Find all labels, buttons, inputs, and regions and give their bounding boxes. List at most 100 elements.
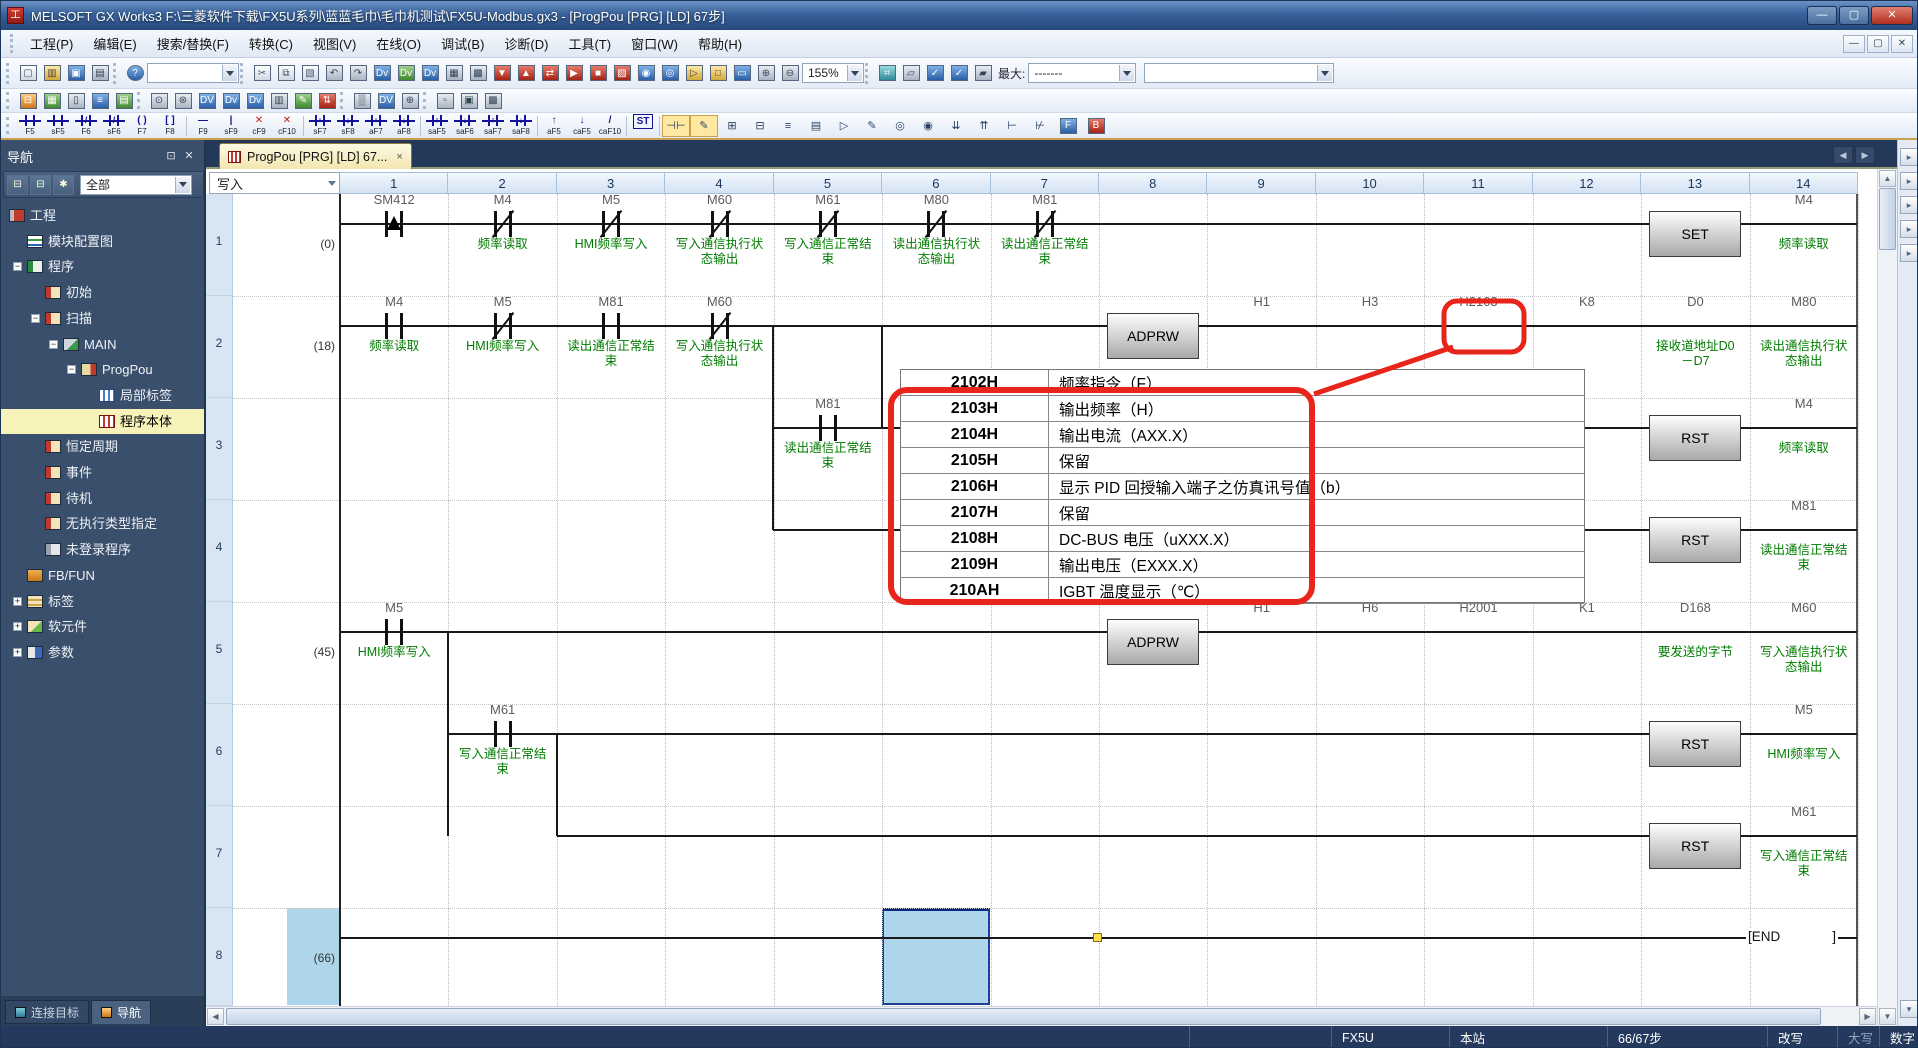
menu-item-11[interactable]: 帮助(H): [688, 31, 752, 56]
output-window-button[interactable]: ▸: [1900, 244, 1917, 262]
end-instruction[interactable]: [END]: [1746, 929, 1838, 947]
tree-item-参数[interactable]: + 参数: [1, 640, 204, 665]
tree-expand-icon[interactable]: −: [67, 365, 76, 375]
menu-item-7[interactable]: 调试(B): [431, 31, 494, 56]
tree-expand-icon[interactable]: +: [13, 596, 22, 606]
horizontal-scroll-thumb[interactable]: [226, 1008, 1821, 1025]
zoom-level-combo[interactable]: 155%: [802, 63, 864, 83]
device-monitor-icon[interactable]: DV: [375, 90, 397, 112]
read-from-plc-icon[interactable]: ▲: [515, 62, 537, 84]
fb-instance-f-icon[interactable]: F: [1054, 115, 1082, 137]
label-editor-icon[interactable]: ▤: [113, 90, 135, 112]
inline-st-button[interactable]: ST: [629, 113, 657, 138]
insert-row-icon[interactable]: ⇊: [942, 115, 970, 137]
tab-close-icon[interactable]: ×: [396, 151, 402, 163]
pin-icon[interactable]: ⊡: [162, 149, 180, 165]
contact-normally-open[interactable]: [378, 313, 410, 339]
invert-result-button[interactable]: ↓ caF5: [568, 113, 596, 138]
project-combo[interactable]: [147, 63, 239, 83]
rising-pulse-button[interactable]: ↑ sF7: [306, 113, 334, 138]
tree-item-模块配置图[interactable]: 模块配置图: [1, 229, 204, 254]
write-mode-icon[interactable]: ✎: [858, 115, 886, 137]
contact-rising-pulse[interactable]: [378, 211, 410, 237]
cut-icon[interactable]: ✂: [251, 62, 273, 84]
device-read-icon[interactable]: Dv: [220, 90, 242, 112]
device-comment-icon[interactable]: Dv: [371, 62, 393, 84]
bottom-dock-button[interactable]: ▾: [1900, 1000, 1917, 1018]
tree-item-标签[interactable]: + 标签: [1, 589, 204, 614]
tree-item-MAIN[interactable]: − MAIN: [1, 332, 204, 357]
open-contact-button[interactable]: F5: [16, 113, 44, 138]
save-project-icon[interactable]: ▣: [65, 62, 87, 84]
monitor-write-mode-icon[interactable]: ◉: [914, 115, 942, 137]
monitor-start-icon[interactable]: ◉: [635, 62, 657, 84]
undo-icon[interactable]: ↶: [323, 62, 345, 84]
document-tab[interactable]: ProgPou [PRG] [LD] 67... ×: [219, 143, 412, 169]
close-button[interactable]: ✕: [1871, 6, 1913, 25]
application-instruction-button[interactable]: [ ] F8: [156, 113, 184, 138]
menu-item-10[interactable]: 窗口(W): [621, 31, 688, 56]
element-selection-icon[interactable]: ▫: [434, 90, 456, 112]
invert-operation-button[interactable]: ↑ aF5: [540, 113, 568, 138]
mdi-minimize-button[interactable]: —: [1843, 34, 1865, 53]
element-selection-window-button[interactable]: ▸: [1900, 148, 1917, 166]
simulation-start-icon[interactable]: ▷: [683, 62, 705, 84]
contact-normally-closed[interactable]: [704, 209, 736, 239]
tree-collapse-icon[interactable]: ⊟: [30, 174, 51, 195]
nav-filter-combo[interactable]: 全部: [80, 174, 192, 195]
read-mode-icon[interactable]: ▷: [830, 115, 858, 137]
write-to-plc-icon[interactable]: ▼: [491, 62, 513, 84]
module-configuration-icon[interactable]: ▦: [41, 90, 63, 112]
scroll-up-icon[interactable]: ▲: [1879, 170, 1896, 187]
menu-item-3[interactable]: 搜索/替换(F): [147, 31, 239, 56]
contact-normally-closed[interactable]: [812, 209, 844, 239]
instruction-box-rst[interactable]: RST: [1649, 721, 1742, 767]
statement-display-icon[interactable]: ⊟: [746, 115, 774, 137]
tree-item-局部标签[interactable]: 局部标签: [1, 383, 204, 408]
coil-button[interactable]: ( ) F7: [128, 113, 156, 138]
menu-item-9[interactable]: 工具(T): [558, 31, 621, 56]
watch-combo[interactable]: [1144, 63, 1335, 83]
convert-all-icon[interactable]: ✓: [948, 62, 970, 84]
monitor-stop-icon[interactable]: ◎: [659, 62, 681, 84]
io-check-icon[interactable]: ⇅: [316, 90, 338, 112]
tree-item-未登录程序[interactable]: 未登录程序: [1, 537, 204, 562]
falling-pulse-close-button[interactable]: ↓ saF6: [451, 113, 479, 138]
invert-button[interactable]: / caF10: [596, 113, 624, 138]
menu-item-4[interactable]: 转换(C): [239, 31, 303, 56]
history-icon[interactable]: ▩: [482, 90, 504, 112]
tree-expand-icon[interactable]: −: [13, 262, 22, 272]
setting-icon[interactable]: ▰: [972, 62, 994, 84]
navigation-window-icon[interactable]: ⊟: [17, 90, 39, 112]
new-file-icon[interactable]: ▢: [17, 62, 39, 84]
rising-close-or-button[interactable]: ↑ saF7: [479, 113, 507, 138]
contact-normally-open[interactable]: [378, 619, 410, 645]
device-network-icon[interactable]: Dv: [244, 90, 266, 112]
ladder-edit-mode-icon[interactable]: ⊣⊢: [662, 114, 690, 137]
smart-edit-icon[interactable]: ✎: [690, 114, 718, 137]
menu-item-6[interactable]: 在线(O): [366, 31, 431, 56]
contact-normally-closed[interactable]: [487, 311, 519, 341]
fb-instance-b-icon[interactable]: B: [1082, 115, 1110, 137]
program-check-icon[interactable]: ▱: [900, 62, 922, 84]
device-batch-icon[interactable]: Dv: [419, 62, 441, 84]
mdi-close-button[interactable]: ✕: [1891, 34, 1913, 53]
tree-expand-icon[interactable]: −: [31, 313, 40, 323]
falling-pulse-or-button[interactable]: ↓ aF8: [390, 113, 418, 138]
menu-item-1[interactable]: 工程(P): [20, 31, 83, 56]
tree-item-ProgPou[interactable]: − ProgPou: [1, 357, 204, 382]
paste-icon[interactable]: ▧: [299, 62, 321, 84]
print-icon[interactable]: ▤: [89, 62, 111, 84]
tab-scroll-left-icon[interactable]: ◀: [1833, 146, 1853, 164]
maximize-button[interactable]: ▢: [1839, 6, 1869, 25]
tree-item-待机[interactable]: 待机: [1, 486, 204, 511]
falling-close-or-button[interactable]: ↓ saF8: [507, 113, 535, 138]
tree-item-事件[interactable]: 事件: [1, 460, 204, 485]
contact-normally-closed[interactable]: [595, 209, 627, 239]
fb-parts-icon[interactable]: ▣: [458, 90, 480, 112]
cross-reference-icon[interactable]: ▥: [268, 90, 290, 112]
edit-line-icon[interactable]: ⊢: [998, 115, 1026, 137]
tree-item-扫描[interactable]: − 扫描: [1, 306, 204, 331]
copy-icon[interactable]: ⧉: [275, 62, 297, 84]
display-format-icon[interactable]: ▤: [802, 115, 830, 137]
